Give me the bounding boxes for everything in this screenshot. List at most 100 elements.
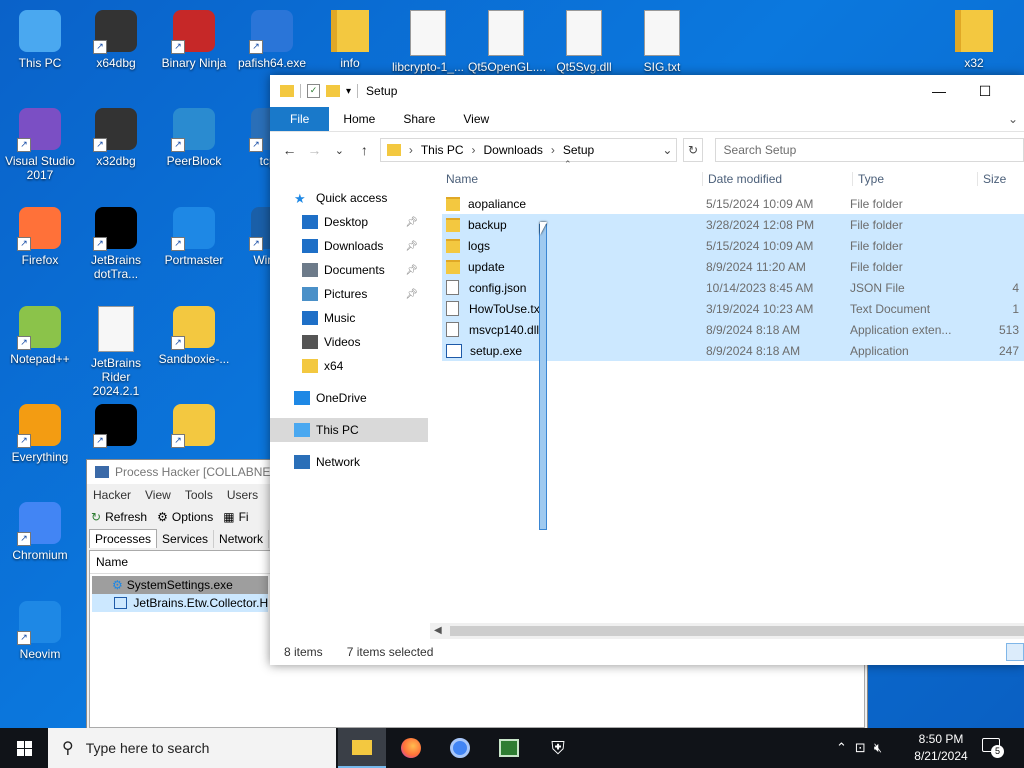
- options-button[interactable]: ⚙ Options: [157, 510, 213, 524]
- address-bar[interactable]: › This PC › Downloads › Setup ⌄: [379, 138, 678, 162]
- file-row[interactable]: logs 5/15/2024 10:09 AM File folder: [442, 235, 1024, 256]
- scroll-left-icon[interactable]: ◀: [434, 625, 442, 636]
- file-row[interactable]: msvcp140.dll 8/9/2024 8:18 AM Application …: [442, 319, 1024, 340]
- desktop-icon[interactable]: ↗ Chromium: [2, 502, 78, 562]
- file-row[interactable]: backup 3/28/2024 12:08 PM File folder: [442, 214, 1024, 235]
- network-icon[interactable]: ⊡: [855, 740, 866, 756]
- sidebar-item-network[interactable]: Network: [270, 450, 428, 474]
- search-box[interactable]: Search Setup: [714, 138, 1024, 162]
- taskbar-firefox[interactable]: [387, 728, 435, 768]
- sidebar-item-pictures[interactable]: Pictures 📌︎: [270, 282, 428, 306]
- sidebar-item-quick-access[interactable]: ★ Quick access: [270, 186, 428, 210]
- maximize-button[interactable]: ☐: [962, 75, 1008, 107]
- breadcrumb-chevron[interactable]: ›: [551, 143, 555, 157]
- desktop-icon[interactable]: ↗ x64dbg: [78, 10, 154, 70]
- desktop-icon[interactable]: info: [312, 10, 388, 70]
- column-name[interactable]: Name: [442, 172, 702, 186]
- desktop-icon[interactable]: libcrypto-1_...: [390, 10, 466, 74]
- back-button[interactable]: ←: [280, 142, 299, 158]
- sidebar-item-onedrive[interactable]: OneDrive: [270, 386, 428, 410]
- desktop-icon[interactable]: ↗ Everything: [2, 404, 78, 464]
- desktop-icon[interactable]: ↗ JetBrains dotTra...: [78, 207, 154, 281]
- desktop-icon[interactable]: ↗: [156, 404, 232, 450]
- menu-view[interactable]: View: [145, 488, 171, 502]
- desktop-icon[interactable]: SIG.txt: [624, 10, 700, 74]
- address-dropdown-icon[interactable]: ⌄: [662, 143, 672, 157]
- desktop-icon[interactable]: This PC: [2, 10, 78, 70]
- details-view-icon[interactable]: [1006, 643, 1024, 661]
- taskbar-chromium[interactable]: [436, 728, 484, 768]
- file-row[interactable]: aopaliance 5/15/2024 10:09 AM File folder: [442, 193, 1024, 214]
- desktop-icon[interactable]: JetBrains Rider 2024.2.1: [78, 306, 154, 398]
- new-folder-icon[interactable]: [326, 85, 340, 97]
- tab-services[interactable]: Services: [157, 530, 215, 548]
- refresh-button[interactable]: ↻ Refresh: [91, 510, 147, 524]
- menu-hacker[interactable]: Hacker: [93, 488, 131, 502]
- desktop-icon[interactable]: ↗ Firefox: [2, 207, 78, 267]
- desktop-icon[interactable]: ↗ Portmaster: [156, 207, 232, 267]
- column-date-modified[interactable]: Date modified: [702, 172, 852, 186]
- desktop-icon[interactable]: x32: [936, 10, 1012, 70]
- menu-users[interactable]: Users: [227, 488, 258, 502]
- sidebar-item-desktop[interactable]: Desktop 📌︎: [270, 210, 428, 234]
- desktop-icon[interactable]: Qt5Svg.dll: [546, 10, 622, 74]
- minimize-button[interactable]: —: [916, 75, 962, 107]
- file-row[interactable]: setup.exe 8/9/2024 8:18 AM Application 247: [442, 340, 1024, 361]
- clock[interactable]: 8:50 PM 8/21/2024: [906, 731, 976, 765]
- column-type[interactable]: Type: [852, 172, 977, 186]
- desktop-icon[interactable]: ↗ Sandboxie-...: [156, 306, 232, 366]
- explorer-titlebar[interactable]: ✓ ▾ Setup — ☐: [270, 75, 1024, 107]
- tab-share[interactable]: Share: [389, 107, 449, 131]
- breadcrumb-this-pc[interactable]: This PC: [421, 143, 464, 157]
- up-button[interactable]: ↑: [355, 142, 374, 158]
- sidebar-item-this-pc[interactable]: This PC: [270, 418, 428, 442]
- scrollbar-thumb[interactable]: [450, 626, 1024, 636]
- desktop-icon[interactable]: ↗: [78, 404, 154, 450]
- explorer-window[interactable]: ✓ ▾ Setup — ☐ File Home Share View ⌄ ← →…: [270, 75, 1024, 665]
- desktop-icon[interactable]: ↗ Visual Studio 2017: [2, 108, 78, 182]
- taskbar-process-hacker[interactable]: [485, 728, 533, 768]
- tab-processes[interactable]: Processes: [89, 529, 158, 548]
- desktop-icon[interactable]: ↗ Binary Ninja: [156, 10, 232, 70]
- breadcrumb-chevron[interactable]: ›: [472, 143, 476, 157]
- sidebar-item-x64[interactable]: x64: [270, 354, 428, 378]
- start-button[interactable]: [0, 728, 48, 768]
- sidebar-item-videos[interactable]: Videos: [270, 330, 428, 354]
- properties-icon[interactable]: ✓: [307, 84, 320, 98]
- file-row[interactable]: update 8/9/2024 11:20 AM File folder: [442, 256, 1024, 277]
- breadcrumb-chevron[interactable]: ›: [409, 143, 413, 157]
- sidebar-item-music[interactable]: Music: [270, 306, 428, 330]
- notification-center-button[interactable]: 5: [980, 736, 1004, 758]
- recent-locations-button[interactable]: ⌄: [330, 144, 349, 157]
- tab-view[interactable]: View: [449, 107, 503, 131]
- sidebar-item-downloads[interactable]: Downloads 📌︎: [270, 234, 428, 258]
- desktop-icon[interactable]: ↗ pafish64.exe: [234, 10, 310, 70]
- taskbar-file-explorer[interactable]: [338, 728, 386, 768]
- find-button[interactable]: ▦ Fi: [223, 510, 248, 524]
- chevron-up-icon[interactable]: ⌃: [836, 740, 847, 756]
- tab-file[interactable]: File: [270, 107, 330, 131]
- breadcrumb-setup[interactable]: Setup: [563, 143, 594, 157]
- volume-muted-icon[interactable]: 🔇︎: [874, 740, 882, 756]
- desktop-icon[interactable]: ↗ PeerBlock: [156, 108, 232, 168]
- file-row[interactable]: HowToUse.txt 3/19/2024 10:23 AM Text Docum…: [442, 298, 1024, 319]
- desktop-icon[interactable]: ↗ x32dbg: [78, 108, 154, 168]
- desktop-icon[interactable]: ↗ Notepad++: [2, 306, 78, 366]
- breadcrumb-downloads[interactable]: Downloads: [484, 143, 543, 157]
- process-row[interactable]: ⚙ SystemSettings.exe: [92, 576, 268, 594]
- tab-home[interactable]: Home: [329, 107, 389, 131]
- qat-dropdown-icon[interactable]: ▾: [346, 86, 351, 97]
- sidebar-item-documents[interactable]: Documents 📌︎: [270, 258, 428, 282]
- ribbon-expand-icon[interactable]: ⌄: [1008, 107, 1024, 131]
- refresh-button[interactable]: ↻: [683, 138, 703, 162]
- menu-tools[interactable]: Tools: [185, 488, 213, 502]
- horizontal-scrollbar[interactable]: ◀: [430, 623, 1024, 639]
- taskbar-search[interactable]: ⚲ Type here to search: [48, 728, 336, 768]
- desktop-icon[interactable]: ↗ Neovim: [2, 601, 78, 661]
- column-size[interactable]: Size: [977, 172, 1006, 186]
- file-row[interactable]: config.json 10/14/2023 8:45 AM JSON File 4: [442, 277, 1024, 298]
- taskbar-security[interactable]: ⛨: [534, 728, 582, 768]
- process-row[interactable]: JetBrains.Etw.Collector.Ho: [92, 594, 268, 612]
- tab-network[interactable]: Network: [214, 530, 270, 548]
- forward-button[interactable]: →: [305, 142, 324, 158]
